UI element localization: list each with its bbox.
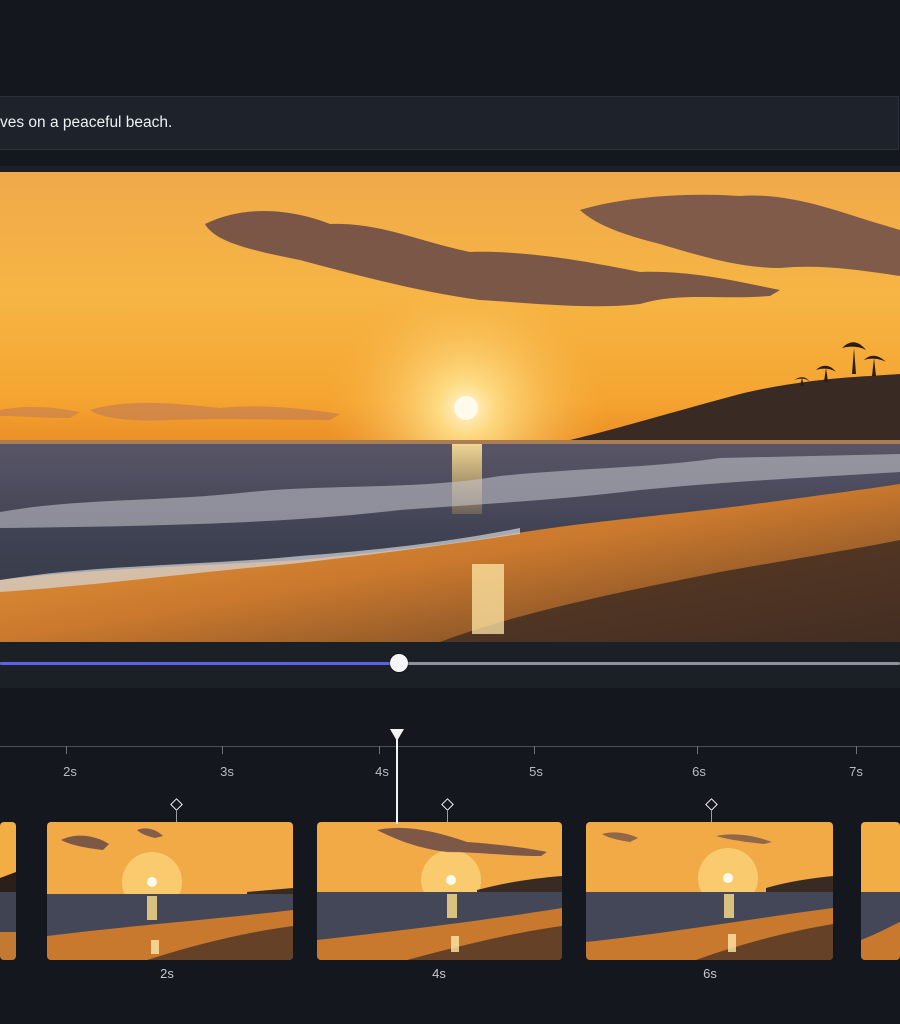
thumbnail-label: 4s <box>432 966 446 981</box>
playhead-handle-icon[interactable] <box>390 729 404 741</box>
prompt-bar[interactable]: ves on a peaceful beach. <box>0 96 899 150</box>
tick-mark <box>856 746 857 754</box>
keyframe-diamond-icon[interactable] <box>170 798 183 823</box>
top-area <box>0 0 900 96</box>
sunset-beach-image <box>0 172 900 642</box>
tick-label: 6s <box>692 764 706 779</box>
tick-label: 4s <box>375 764 389 779</box>
tick-mark <box>534 746 535 754</box>
keyframe-diamond-icon[interactable] <box>441 798 454 823</box>
tick-mark <box>66 746 67 754</box>
thumbnail-label: 2s <box>160 966 174 981</box>
playhead[interactable] <box>396 736 398 824</box>
timeline: 2s 3s 4s 5s 6s 7s 2s 4s 6s <box>0 688 900 1024</box>
tick-label: 2s <box>63 764 77 779</box>
keyframe-thumbnail[interactable] <box>586 822 833 960</box>
tick-label: 7s <box>849 764 863 779</box>
keyframe-diamond-icon[interactable] <box>705 798 718 823</box>
timeline-ruler[interactable] <box>0 746 900 747</box>
keyframe-thumbnail[interactable] <box>317 822 562 960</box>
prompt-text: ves on a peaceful beach. <box>0 114 173 131</box>
preview-panel <box>0 166 900 689</box>
tick-label: 3s <box>220 764 234 779</box>
tick-label: 5s <box>529 764 543 779</box>
keyframe-thumbnail[interactable] <box>47 822 293 960</box>
tick-mark <box>697 746 698 754</box>
scrubber-handle[interactable] <box>390 654 408 672</box>
tick-mark <box>222 746 223 754</box>
keyframe-thumbnail[interactable] <box>861 822 900 960</box>
tick-mark <box>379 746 380 754</box>
scrubber-progress <box>0 662 399 665</box>
thumbnail-label: 6s <box>703 966 717 981</box>
video-preview[interactable] <box>0 172 900 642</box>
keyframe-thumbnail[interactable] <box>0 822 16 960</box>
